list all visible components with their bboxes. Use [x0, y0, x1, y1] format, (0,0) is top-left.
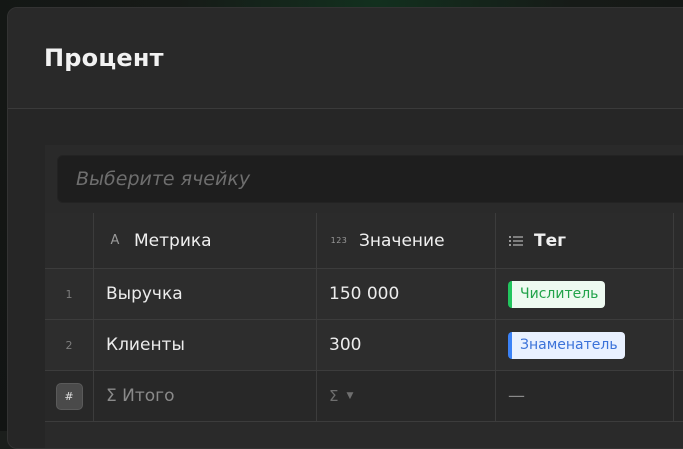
tag-badge-numerator[interactable]: Числитель [508, 280, 606, 308]
table-row: 2 Клиенты 300 Знаменатель [45, 320, 683, 371]
total-label: Σ Итого [106, 386, 175, 406]
text-type-icon: A [110, 233, 120, 248]
metric-text: Выручка [106, 284, 183, 304]
total-tag-cell: — [496, 371, 674, 421]
sigma-icon: Σ [329, 387, 339, 405]
aggregate-dropdown[interactable]: Σ ▼ [329, 387, 353, 405]
table-row: 1 Выручка 150 000 Числитель [45, 269, 683, 320]
row-number-cell: 2 [45, 320, 94, 370]
value-cell[interactable]: 150 000 [317, 269, 496, 319]
data-table: A Метрика 123 Значение [45, 145, 683, 448]
panel-header: Процент [8, 8, 683, 109]
header-corner-cell [45, 213, 94, 268]
row-number: 1 [65, 287, 73, 301]
total-row-number-cell: # [45, 371, 94, 421]
column-header-label: Метрика [134, 230, 212, 251]
cell-picker-input[interactable] [58, 156, 683, 202]
tag-cell[interactable]: Знаменатель [496, 320, 674, 370]
tag-badge-denominator[interactable]: Знаменатель [508, 331, 625, 359]
column-header-label: Тег [534, 230, 567, 251]
metric-cell[interactable]: Клиенты [94, 320, 317, 370]
value-cell[interactable]: 300 [317, 320, 496, 370]
total-aggregate-cell: Σ ▼ [317, 371, 496, 421]
formula-panel: Процент A Метрика 123 Значение [7, 7, 683, 449]
extra-column-cell [674, 320, 683, 370]
caret-down-icon: ▼ [346, 391, 354, 401]
value-text: 150 000 [329, 284, 400, 304]
total-label-cell: Σ Итого [94, 371, 317, 421]
row-number-cell: 1 [45, 269, 94, 319]
extra-column-cell [674, 371, 683, 421]
extra-column-cell [674, 213, 683, 268]
column-header-metric[interactable]: A Метрика [94, 213, 317, 268]
metric-cell[interactable]: Выручка [94, 269, 317, 319]
empty-dash: — [508, 386, 525, 406]
total-row: # Σ Итого Σ ▼ — [45, 371, 683, 422]
column-header-label: Значение [359, 230, 445, 251]
list-type-icon [508, 235, 524, 247]
metric-text: Клиенты [106, 335, 185, 355]
number-type-icon: 123 [330, 236, 348, 245]
extra-column-cell [674, 269, 683, 319]
value-text: 300 [329, 335, 362, 355]
row-number-toggle-button[interactable]: # [55, 382, 83, 410]
panel-title: Процент [44, 44, 164, 72]
column-header-value[interactable]: 123 Значение [317, 213, 496, 268]
table-header-row: A Метрика 123 Значение Тег [45, 213, 683, 269]
cell-picker[interactable] [57, 155, 683, 203]
row-number: 2 [65, 338, 73, 352]
column-header-tag[interactable]: Тег [496, 213, 674, 268]
tag-cell[interactable]: Числитель [496, 269, 674, 319]
